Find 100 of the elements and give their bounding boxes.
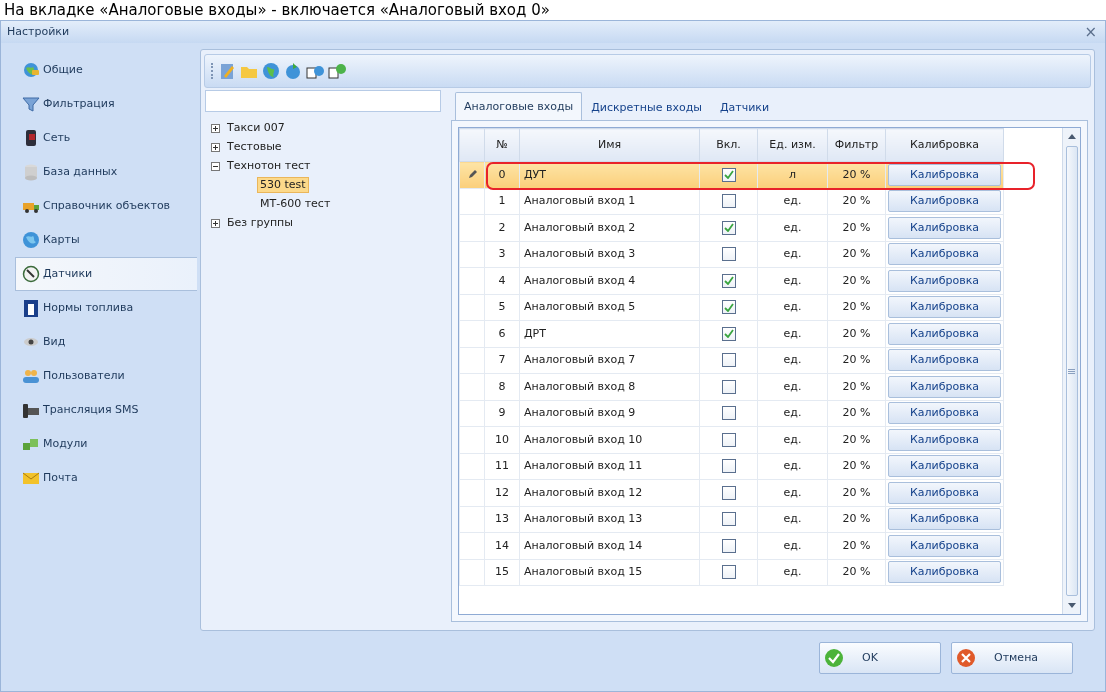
table-cell: ед. [757, 373, 828, 400]
ok-button[interactable]: OK [819, 642, 941, 674]
funnel-icon [22, 95, 40, 113]
table-cell: 20 % [827, 188, 886, 215]
table-cell: ед. [757, 506, 828, 533]
table-cell: 14 [484, 532, 520, 559]
sidebar-item[interactable]: Справочник объектов [15, 189, 197, 223]
sidebar-item[interactable]: Карты [15, 223, 197, 257]
checkbox[interactable] [721, 512, 736, 526]
close-button[interactable]: × [1082, 24, 1099, 40]
column-header: Фильтр [827, 128, 886, 162]
checkbox[interactable] [721, 167, 736, 182]
sidebar-item[interactable]: База данных [15, 155, 197, 189]
table-cell: Аналоговый вход 12 [519, 479, 700, 506]
table-cell: ед. [757, 294, 828, 321]
checkbox[interactable] [721, 326, 736, 341]
tree-item[interactable]: Такси 007 [224, 120, 288, 136]
expand-icon[interactable] [211, 218, 220, 228]
calibrate-button[interactable]: Калибровка [888, 481, 1001, 504]
sidebar-item[interactable]: Трансляция SMS [15, 393, 197, 427]
calibrate-button[interactable]: Калибровка [888, 163, 1001, 186]
calibrate-button[interactable]: Калибровка [888, 296, 1001, 319]
checkbox[interactable] [721, 459, 736, 473]
table-cell: 9 [484, 400, 520, 427]
checkbox[interactable] [721, 353, 736, 367]
tree-item[interactable]: Без группы [224, 215, 296, 231]
sidebar-item[interactable]: Общие [15, 53, 197, 87]
tree-item[interactable]: Тестовые [224, 139, 285, 155]
tree-item[interactable]: 530 test [257, 177, 309, 193]
calibrate-button[interactable]: Калибровка [888, 243, 1001, 266]
tab[interactable]: Аналоговые входы [455, 91, 583, 120]
sidebar-item[interactable]: Модули [15, 427, 197, 461]
calibrate-button[interactable]: Калибровка [888, 428, 1001, 451]
checkbox[interactable] [721, 194, 736, 208]
checkbox[interactable] [721, 247, 736, 261]
globe-icon[interactable] [284, 62, 302, 80]
calibrate-button[interactable]: Калибровка [888, 322, 1001, 345]
cancel-button[interactable]: Отмена [951, 642, 1073, 674]
down-arrow-icon [1067, 603, 1076, 609]
sidebar-item[interactable]: Фильтрация [15, 87, 197, 121]
column-header: № [484, 128, 520, 162]
table-cell: 15 [484, 559, 520, 586]
checkbox[interactable] [721, 406, 736, 420]
calibrate-button[interactable]: Калибровка [888, 534, 1001, 557]
calibrate-button[interactable]: Калибровка [888, 402, 1001, 425]
checkbox[interactable] [721, 220, 736, 235]
table-cell: ед. [757, 479, 828, 506]
toolbar-grip[interactable] [211, 63, 214, 79]
checkbox[interactable] [721, 565, 736, 579]
users-icon [22, 367, 40, 385]
sidebar-item[interactable]: Сеть [15, 121, 197, 155]
table-cell: 3 [484, 241, 520, 268]
expand-icon[interactable] [211, 142, 220, 152]
sidebar-item[interactable]: Пользователи [15, 359, 197, 393]
close-icon [956, 648, 976, 668]
table-cell: ед. [757, 214, 828, 241]
table-cell: 20 % [827, 267, 886, 294]
calibrate-button[interactable]: Калибровка [888, 455, 1001, 478]
table-cell: 20 % [827, 400, 886, 427]
tree-item[interactable]: Технотон тест [224, 158, 314, 174]
expand-icon[interactable] [211, 123, 220, 133]
sidebar-item[interactable]: Вид [15, 325, 197, 359]
globe-icon[interactable] [262, 62, 280, 80]
table-cell: 20 % [827, 347, 886, 374]
table-cell: 20 % [827, 506, 886, 533]
collapse-icon[interactable] [211, 161, 220, 171]
checkbox[interactable] [721, 432, 736, 447]
calibrate-button[interactable]: Калибровка [888, 269, 1001, 292]
calibrate-button[interactable]: Калибровка [888, 375, 1001, 398]
up-arrow-icon [1067, 133, 1076, 139]
checkbox[interactable] [721, 485, 736, 500]
table-cell: 7 [484, 347, 520, 374]
sheet-globe-icon[interactable] [328, 62, 346, 80]
sidebar-item[interactable]: Почта [15, 461, 197, 495]
scrollbar[interactable] [1062, 128, 1080, 614]
database-icon [22, 163, 40, 181]
table-cell: Аналоговый вход 3 [519, 241, 700, 268]
checkbox[interactable] [721, 379, 736, 394]
calibrate-button[interactable]: Калибровка [888, 561, 1001, 584]
grip-icon [1068, 368, 1075, 374]
checkbox[interactable] [721, 300, 736, 314]
column-header: Калибровка [885, 128, 1004, 162]
table-cell: Аналоговый вход 4 [519, 267, 700, 294]
checkbox[interactable] [721, 538, 736, 553]
calibrate-button[interactable]: Калибровка [888, 216, 1001, 239]
calibrate-button[interactable]: Калибровка [888, 190, 1001, 213]
table-cell: Аналоговый вход 7 [519, 347, 700, 374]
tab[interactable]: Датчики [710, 94, 779, 120]
tab[interactable]: Дискретные входы [582, 94, 711, 120]
globe-icon [22, 231, 40, 249]
globe-icon [22, 61, 40, 79]
table-cell: 5 [484, 294, 520, 321]
tree-item[interactable]: МТ-600 тест [257, 196, 334, 212]
sidebar-item[interactable]: Нормы топлива [15, 291, 197, 325]
column-header: Имя [519, 128, 700, 162]
sidebar-item[interactable]: Датчики [15, 257, 197, 291]
checkbox[interactable] [721, 273, 736, 288]
search-field[interactable] [205, 90, 441, 112]
calibrate-button[interactable]: Калибровка [888, 349, 1001, 372]
calibrate-button[interactable]: Калибровка [888, 508, 1001, 531]
